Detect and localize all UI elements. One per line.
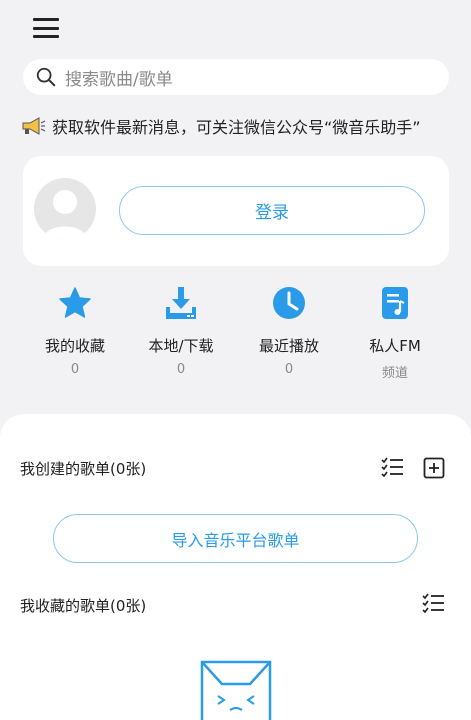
quick-item-local-download[interactable]: 本地/下载 0 <box>131 285 231 377</box>
login-button[interactable]: 登录 <box>119 186 425 235</box>
quick-item-sub: 频道 <box>381 366 408 381</box>
quick-item-favorites[interactable]: 我的收藏 0 <box>25 285 125 377</box>
quick-item-label: 我的收藏 <box>44 337 105 355</box>
quick-item-count: 0 <box>70 362 80 377</box>
quick-actions: 我的收藏 0 本地/下载 0 最近播放 0 私人FM 频道 <box>0 285 471 385</box>
add-playlist-icon[interactable] <box>423 457 445 479</box>
megaphone-icon <box>22 117 46 135</box>
menu-icon[interactable] <box>33 18 59 38</box>
collected-playlists-title: 我收藏的歌单(0张) <box>20 597 147 615</box>
quick-item-private-fm[interactable]: 私人FM 频道 <box>345 285 445 381</box>
manage-list-icon[interactable] <box>380 456 404 478</box>
default-avatar-icon <box>43 190 87 240</box>
quick-item-label: 最近播放 <box>258 337 319 355</box>
quick-item-label: 私人FM <box>369 337 421 355</box>
playlist-panel: 我创建的歌单(0张) 导入音乐平台歌单 我收藏的歌单(0张) <box>0 414 471 720</box>
music-note-icon <box>382 287 408 319</box>
created-playlists-title: 我创建的歌单(0张) <box>20 460 147 478</box>
download-icon <box>166 287 196 319</box>
avatar[interactable] <box>34 178 96 240</box>
quick-item-count: 0 <box>176 362 186 377</box>
search-icon <box>36 67 56 87</box>
clock-icon <box>273 287 305 319</box>
search-bar[interactable]: 搜索歌曲/歌单 <box>23 59 449 95</box>
account-card: 登录 <box>23 156 449 266</box>
quick-item-recent[interactable]: 最近播放 0 <box>239 285 339 377</box>
import-playlist-button[interactable]: 导入音乐平台歌单 <box>53 514 418 563</box>
quick-item-count: 0 <box>284 362 294 377</box>
empty-box-illustration <box>200 660 272 720</box>
notice-text: 获取软件最新消息，可关注微信公众号“微音乐助手” <box>52 118 421 137</box>
notice-bar[interactable]: 获取软件最新消息，可关注微信公众号“微音乐助手” <box>20 113 471 139</box>
manage-collected-list-icon[interactable] <box>421 592 445 614</box>
star-icon <box>59 287 91 318</box>
search-placeholder: 搜索歌曲/歌单 <box>65 69 173 90</box>
quick-item-label: 本地/下载 <box>148 337 214 355</box>
